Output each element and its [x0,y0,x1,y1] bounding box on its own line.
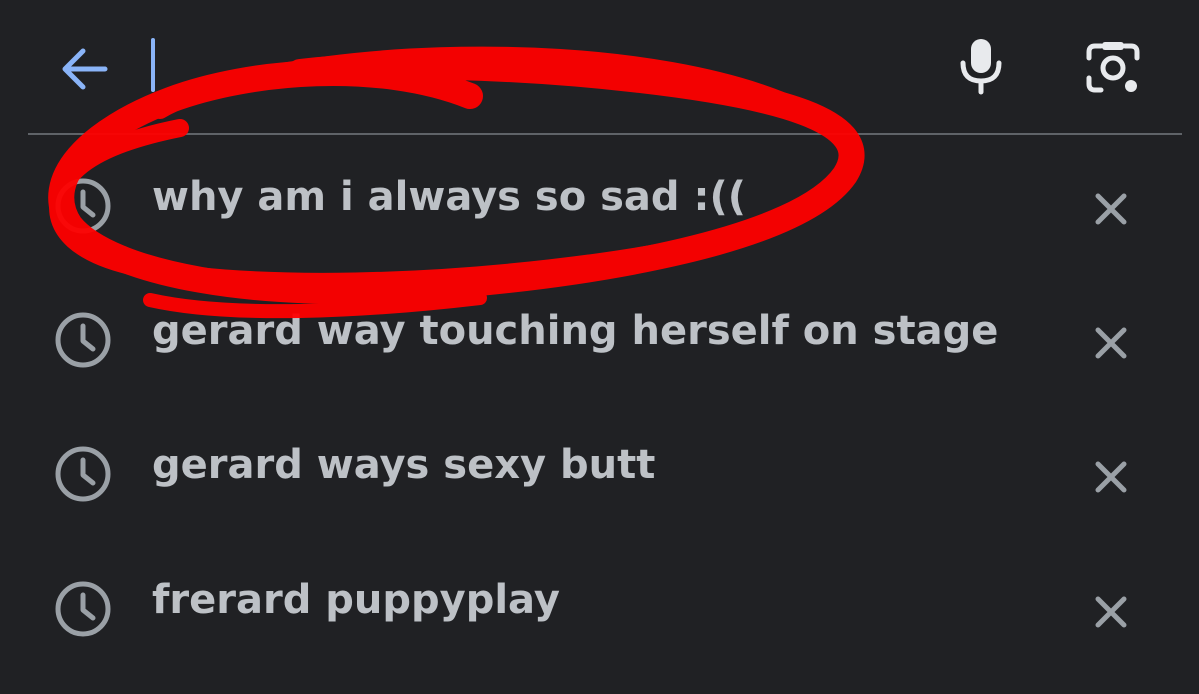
suggestion-text: frerard puppyplay [152,577,560,623]
close-icon [1095,461,1127,493]
microphone-icon [960,39,1002,95]
suggestion-text: gerard way touching herself on stage [152,308,999,354]
history-clock-icon [55,446,111,502]
close-icon [1095,596,1127,628]
remove-suggestion-button[interactable] [1084,316,1138,370]
suggestion-text: gerard ways sexy butt [152,442,656,488]
suggestion-text: why am i always so sad :(( [152,174,747,220]
suggestion-item[interactable]: gerard way touching herself on stage [0,278,1199,398]
history-clock-icon [55,581,111,637]
search-divider [28,133,1182,135]
lens-search-button[interactable] [1082,38,1144,98]
remove-suggestion-button[interactable] [1084,450,1138,504]
search-bar [0,0,1199,135]
camera-lens-icon [1086,42,1140,93]
arrow-left-icon [62,48,108,90]
close-icon [1095,193,1127,225]
search-input[interactable] [150,36,910,96]
search-screen: why am i always so sad :(( gerard way to… [0,0,1199,694]
history-clock-icon [55,312,111,368]
close-icon [1095,327,1127,359]
voice-search-button[interactable] [952,36,1010,96]
suggestion-item[interactable]: frerard puppyplay [0,547,1199,667]
text-cursor [151,38,155,92]
remove-suggestion-button[interactable] [1084,585,1138,639]
suggestion-item[interactable]: gerard ways sexy butt [0,412,1199,532]
remove-suggestion-button[interactable] [1084,182,1138,236]
back-button[interactable] [56,44,112,94]
history-clock-icon [55,178,111,234]
suggestion-item[interactable]: why am i always so sad :(( [0,144,1199,264]
